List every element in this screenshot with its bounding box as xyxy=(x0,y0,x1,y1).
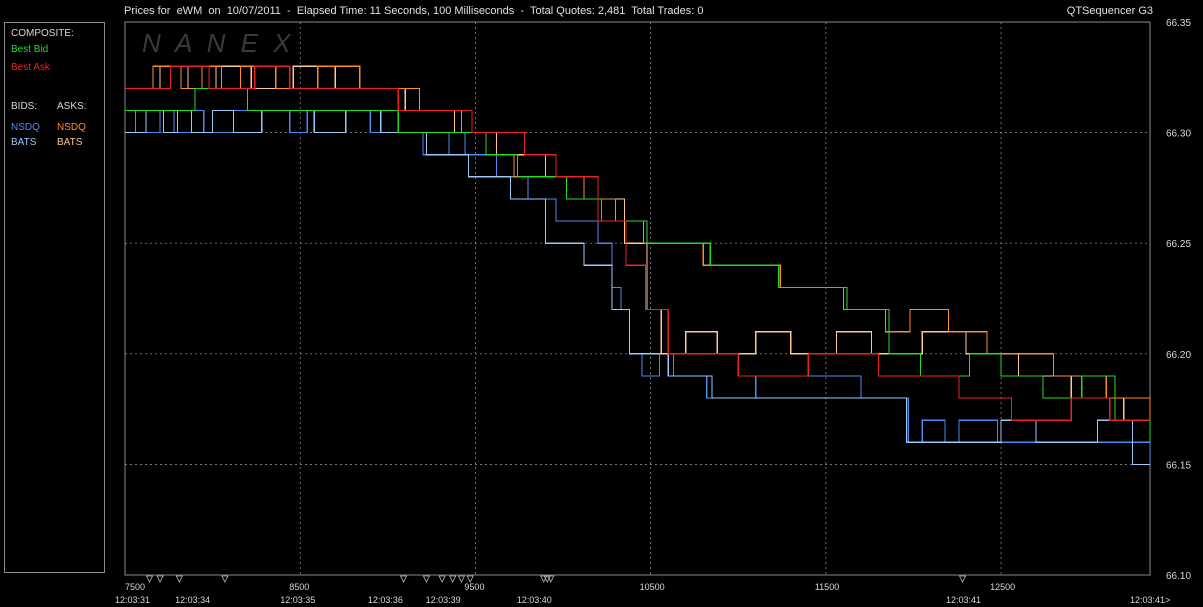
watermark-logo: N A N E X xyxy=(142,28,295,58)
event-marker xyxy=(156,575,164,583)
event-marker xyxy=(958,575,967,583)
time-label: 12:03:34 xyxy=(175,595,210,605)
event-marker xyxy=(449,575,457,583)
x-tick-label: 10500 xyxy=(640,582,665,592)
time-label: 12:03:40 xyxy=(517,595,552,605)
time-label: 12:03:36 xyxy=(368,595,403,605)
x-tick-label: 12500 xyxy=(990,582,1015,592)
x-tick-label: 9500 xyxy=(464,582,484,592)
y-tick-label: 66.10 xyxy=(1166,571,1191,582)
event-marker xyxy=(438,575,446,583)
y-tick-label: 66.20 xyxy=(1166,350,1191,361)
time-label: 12:03:39 xyxy=(426,595,461,605)
event-marker xyxy=(145,575,154,583)
event-marker xyxy=(175,575,183,583)
event-marker xyxy=(399,575,408,583)
y-tick-label: 66.25 xyxy=(1166,239,1191,250)
event-marker xyxy=(422,575,431,583)
x-tick-label: 8500 xyxy=(289,582,309,592)
x-tick-label: 7500 xyxy=(125,582,145,592)
price-chart: N A N E X 66.35 66.30 66.25 66.20 66.15 66.10 7… xyxy=(115,18,1191,605)
event-marker xyxy=(221,575,229,583)
time-label: 12:03:41 xyxy=(946,595,981,605)
y-tick-label: 66.15 xyxy=(1166,460,1191,471)
x-tick-label: 11500 xyxy=(815,582,839,592)
time-label: 12:03:35 xyxy=(280,595,315,605)
y-tick-label: 66.35 xyxy=(1166,18,1191,29)
plot-frame xyxy=(124,21,1151,576)
time-label: 12:03:31 xyxy=(115,595,150,605)
time-label: 12:03:41> xyxy=(1130,595,1170,605)
y-tick-label: 66.30 xyxy=(1166,129,1191,140)
